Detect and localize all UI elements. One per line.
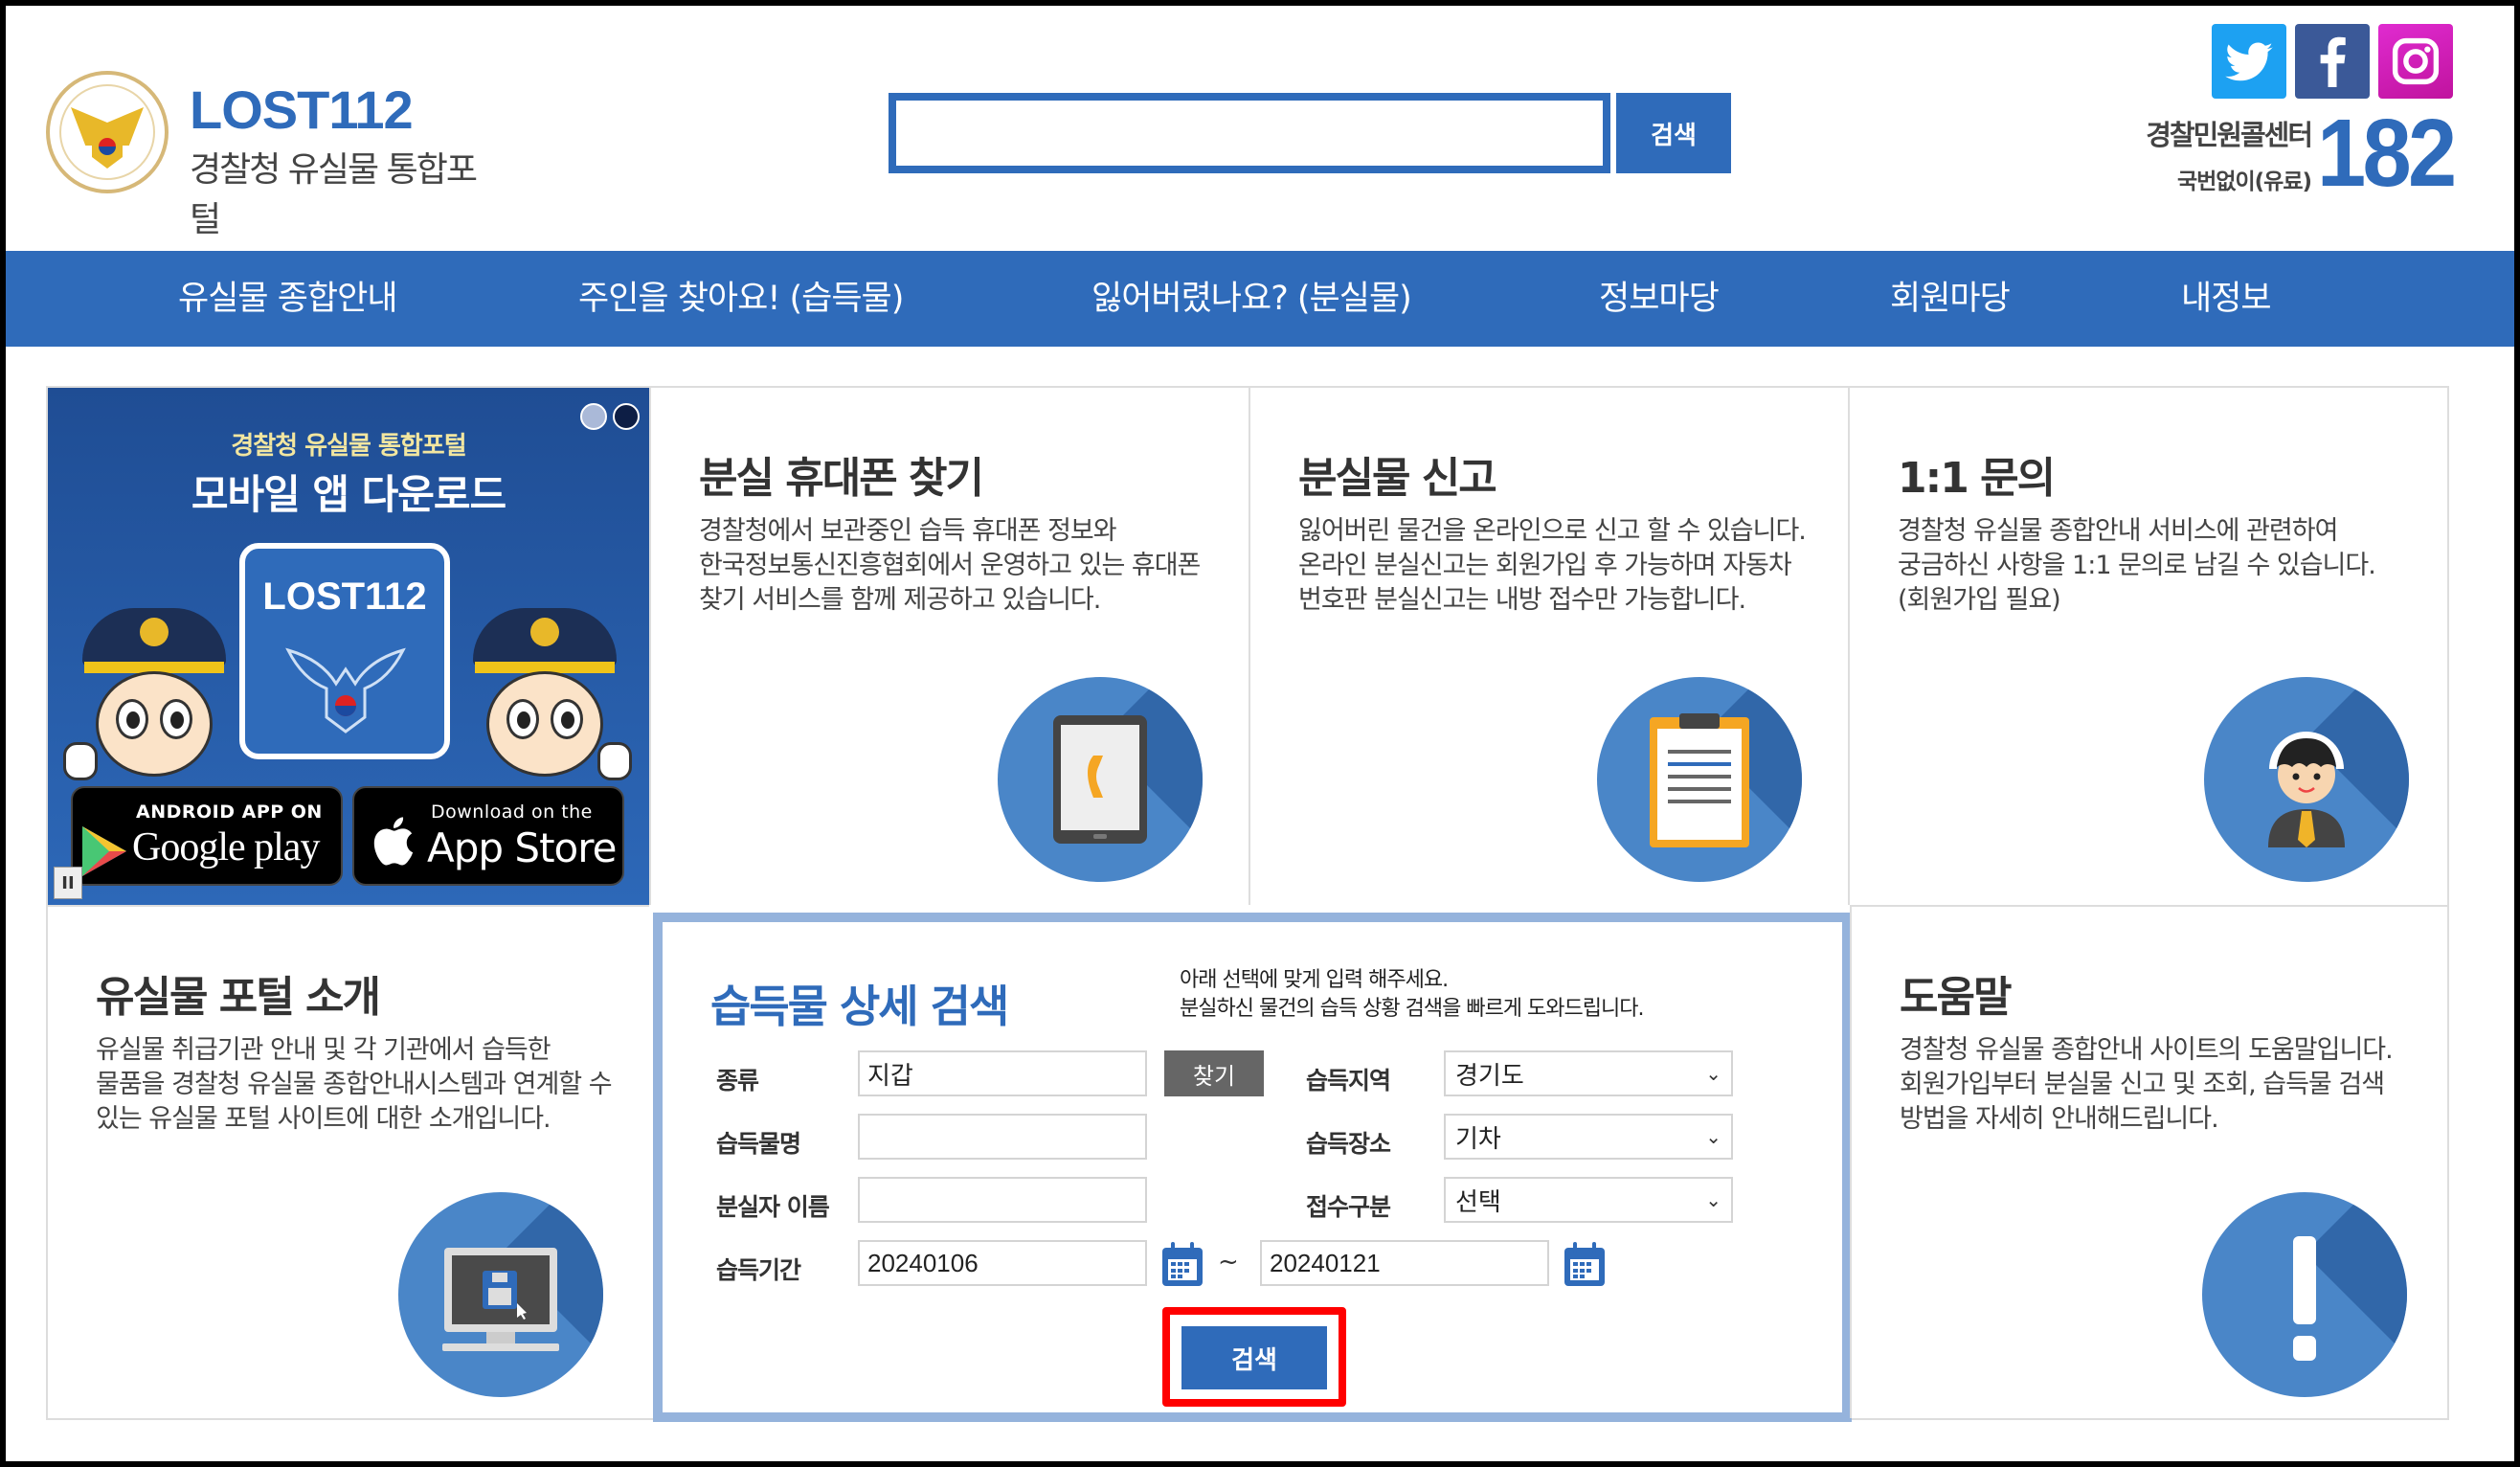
receipt-type-select[interactable]: 선택 ⌄ bbox=[1444, 1177, 1733, 1223]
facebook-icon bbox=[2320, 36, 2346, 87]
description-line-1: 아래 선택에 맞게 입력 해주세요. bbox=[1180, 968, 1449, 992]
card-title: 유실물 포털 소개 bbox=[96, 973, 381, 1022]
end-date-calendar-icon[interactable] bbox=[1563, 1240, 1607, 1288]
description-line-2: 분실하신 물건의 습득 상황 검색을 빠르게 도와드립니다. bbox=[1180, 997, 1644, 1021]
computer-icon bbox=[398, 1192, 603, 1397]
callcenter-number: 182 bbox=[2317, 100, 2457, 207]
google-play-line2: Google play bbox=[132, 825, 320, 869]
card-help[interactable]: 도움말 경찰청 유실물 종합안내 사이트의 도움말입니다. 회원가입부터 분실물… bbox=[1850, 905, 2447, 1418]
twitter-link[interactable] bbox=[2212, 24, 2286, 99]
app-store-line2: App Store bbox=[427, 824, 617, 871]
callcenter-note: 국번없이(유료) bbox=[2177, 169, 2312, 194]
police-mascot-left bbox=[63, 608, 245, 809]
chevron-down-icon: ⌄ bbox=[1705, 1125, 1721, 1148]
item-name-label: 습득물명 bbox=[716, 1130, 801, 1158]
service-grid: 경찰청 유실물 통합포털 모바일 앱 다운로드 LOST112 ANDROID … bbox=[46, 386, 2449, 1422]
chevron-down-icon: ⌄ bbox=[1705, 1188, 1721, 1211]
nav-item-found-items[interactable]: 주인을 찾아요! (습득물) bbox=[578, 251, 904, 347]
card-text: 경찰청에서 보관중인 습득 휴대폰 정보와 한국정보통신진흥협회에서 운영하고 … bbox=[699, 516, 1201, 615]
eagle-emblem-icon bbox=[285, 647, 406, 734]
category-label: 종류 bbox=[716, 1067, 759, 1095]
card-text: 경찰청 유실물 종합안내 서비스에 관련하여 궁금하신 사항을 1:1 문의로 … bbox=[1898, 516, 2376, 615]
item-name-input[interactable] bbox=[858, 1114, 1147, 1160]
phone-icon bbox=[998, 677, 1203, 882]
period-separator: ~ bbox=[1218, 1248, 1239, 1276]
exclamation-icon bbox=[2202, 1192, 2407, 1397]
card-title: 분실 휴대폰 찾기 bbox=[699, 454, 984, 503]
search-panel-title: 습득물 상세 검색 bbox=[710, 981, 1009, 1032]
clipboard-icon bbox=[1597, 677, 1802, 882]
google-play-button[interactable]: ANDROID APP ON Google play bbox=[71, 786, 343, 886]
card-lost-report[interactable]: 분실물 신고 잃어버린 물건을 온라인으로 신고 할 수 있습니다. 온라인 분… bbox=[1249, 388, 1848, 905]
card-title: 도움말 bbox=[1900, 973, 2012, 1022]
twitter-icon bbox=[2225, 42, 2273, 81]
start-date-calendar-icon[interactable] bbox=[1160, 1240, 1204, 1288]
submit-highlight-box: 검색 bbox=[1162, 1307, 1346, 1407]
place-label: 습득장소 bbox=[1306, 1130, 1391, 1158]
app-store-button[interactable]: Download on the App Store bbox=[352, 786, 624, 886]
police-emblem-icon bbox=[46, 71, 169, 193]
apple-icon bbox=[373, 817, 414, 866]
facebook-link[interactable] bbox=[2295, 24, 2370, 99]
receipt-type-selected-value: 선택 bbox=[1455, 1187, 1501, 1217]
search-panel-description: 아래 선택에 맞게 입력 해주세요. 분실하신 물건의 습득 상황 검색을 빠르… bbox=[1180, 966, 1644, 1024]
banner-pause-button[interactable]: II bbox=[54, 867, 82, 899]
app-tile: LOST112 bbox=[239, 543, 450, 759]
app-store-line1: Download on the bbox=[431, 801, 593, 823]
header-search-input[interactable] bbox=[896, 101, 1603, 166]
police-mascot-right bbox=[454, 608, 636, 809]
category-find-button[interactable]: 찾기 bbox=[1164, 1050, 1264, 1096]
nav-item-lost-items[interactable]: 잃어버렸나요? (분실물) bbox=[1091, 251, 1412, 347]
main-nav: 유실물 종합안내 주인을 찾아요! (습득물) 잃어버렸나요? (분실물) 정보… bbox=[6, 251, 2514, 347]
owner-name-label: 분실자 이름 bbox=[716, 1193, 830, 1221]
card-portal-intro[interactable]: 유실물 포털 소개 유실물 취급기관 안내 및 각 기관에서 습득한 물품을 경… bbox=[48, 905, 649, 1418]
card-title: 분실물 신고 bbox=[1298, 454, 1497, 503]
operator-icon bbox=[2204, 677, 2409, 882]
owner-name-input[interactable] bbox=[858, 1177, 1147, 1223]
card-title: 1:1 문의 bbox=[1898, 454, 2056, 503]
place-selected-value: 기차 bbox=[1455, 1124, 1501, 1154]
google-play-line1: ANDROID APP ON bbox=[136, 801, 323, 823]
card-lost-phone[interactable]: 분실 휴대폰 찾기 경찰청에서 보관중인 습득 휴대폰 정보와 한국정보통신진흥… bbox=[649, 388, 1249, 905]
logo-title: LOST112 bbox=[190, 79, 414, 140]
callcenter-info: 경찰민원콜센터 국번없이(유료) bbox=[2108, 113, 2313, 195]
site-logo[interactable]: LOST112 경찰청 유실물 통합포털 bbox=[46, 65, 506, 239]
end-date-input[interactable] bbox=[1260, 1240, 1549, 1286]
found-item-search-panel: 습득물 상세 검색 아래 선택에 맞게 입력 해주세요. 분실하신 물건의 습득… bbox=[653, 913, 1852, 1422]
nav-item-members[interactable]: 회원마당 bbox=[1890, 251, 2011, 347]
card-text: 유실물 취급기관 안내 및 각 기관에서 습득한 물품을 경찰청 유실물 종합안… bbox=[96, 1035, 613, 1134]
app-download-banner[interactable]: 경찰청 유실물 통합포털 모바일 앱 다운로드 LOST112 ANDROID … bbox=[48, 388, 649, 905]
region-selected-value: 경기도 bbox=[1455, 1061, 1524, 1091]
header-search-button[interactable]: 검색 bbox=[1616, 93, 1731, 173]
logo-subtitle: 경찰청 유실물 통합포털 bbox=[190, 150, 478, 239]
card-text: 잃어버린 물건을 온라인으로 신고 할 수 있습니다. 온라인 분실신고는 회원… bbox=[1298, 516, 1807, 615]
detail-search-button[interactable]: 검색 bbox=[1181, 1326, 1327, 1389]
app-tile-label: LOST112 bbox=[262, 576, 427, 618]
region-select[interactable]: 경기도 ⌄ bbox=[1444, 1050, 1733, 1096]
place-select[interactable]: 기차 ⌄ bbox=[1444, 1114, 1733, 1160]
nav-item-my-info[interactable]: 내정보 bbox=[2181, 251, 2272, 347]
card-text: 경찰청 유실물 종합안내 사이트의 도움말입니다. 회원가입부터 분실물 신고 … bbox=[1900, 1035, 2394, 1134]
nav-item-lost-info[interactable]: 유실물 종합안내 bbox=[178, 251, 398, 347]
chevron-down-icon: ⌄ bbox=[1705, 1062, 1721, 1085]
google-play-icon bbox=[82, 826, 126, 876]
region-label: 습득지역 bbox=[1306, 1067, 1391, 1095]
callcenter-label: 경찰민원콜센터 bbox=[2146, 119, 2313, 151]
start-date-input[interactable] bbox=[858, 1240, 1147, 1286]
category-input[interactable] bbox=[858, 1050, 1147, 1096]
banner-title: 모바일 앱 다운로드 bbox=[191, 471, 506, 518]
instagram-link[interactable] bbox=[2378, 24, 2453, 99]
header-search-box bbox=[889, 93, 1610, 173]
card-inquiry[interactable]: 1:1 문의 경찰청 유실물 종합안내 서비스에 관련하여 궁금하신 사항을 1… bbox=[1848, 388, 2447, 905]
period-label: 습득기간 bbox=[716, 1256, 801, 1284]
page: LOST112 경찰청 유실물 통합포털 검색 경찰민원콜센터 국번없이(유료)… bbox=[6, 6, 2514, 1461]
nav-item-info[interactable]: 정보마당 bbox=[1599, 251, 1720, 347]
receipt-type-label: 접수구분 bbox=[1306, 1193, 1391, 1221]
banner-subtitle: 경찰청 유실물 통합포털 bbox=[231, 432, 466, 461]
instagram-icon bbox=[2392, 37, 2440, 85]
